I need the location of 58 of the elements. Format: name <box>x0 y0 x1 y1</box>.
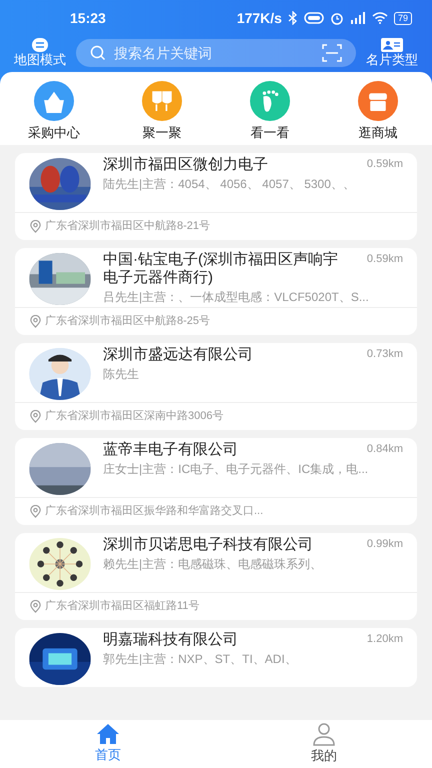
id-card-icon <box>381 38 403 52</box>
user-icon <box>312 722 336 746</box>
wifi-icon <box>372 12 388 24</box>
contact-info: 庄女士|主营：IC电子、电子元器件、IC集成，电... <box>103 461 370 477</box>
company-name: 中国·钻宝电子(深圳市福田区声响宇电子元器件商行) <box>103 251 339 287</box>
business-card[interactable]: 深圳市盛远达有限公司 0.73km 陈先生 广东省深圳市福田区深南中路3006号 <box>15 343 417 430</box>
signal-icon <box>350 12 366 24</box>
nav-tab[interactable]: 首页 <box>0 720 216 768</box>
home-icon <box>96 723 120 746</box>
search-input[interactable]: 搜索名片关键词 <box>114 42 314 64</box>
business-card[interactable]: 蓝帝丰电子有限公司 0.84km 庄女士|主营：IC电子、电子元器件、IC集成，电... 广东省深圳市福田区振华路和华富路交叉口... <box>15 438 417 525</box>
company-name: 明嘉瑞科技有限公司 <box>103 631 239 649</box>
alarm-icon <box>330 11 344 25</box>
location-pin-icon <box>29 315 42 328</box>
shortcut-button[interactable]: 采购中心 <box>14 81 94 141</box>
contact-info: 郭先生|主营：NXP、ST、TI、ADI、 <box>103 651 298 667</box>
business-card[interactable]: 深圳市贝诺思电子科技有限公司 0.99km 赖先生|主营：电感磁珠、电感磁珠系列、 广东省深圳市福田区福虹路11号 <box>15 533 417 620</box>
swap-icon <box>32 38 48 52</box>
distance: 0.99km <box>366 537 403 552</box>
address: 广东省深圳市福田区深南中路3006号 <box>45 408 224 424</box>
company-name: 蓝帝丰电子有限公司 <box>103 441 239 459</box>
distance: 0.59km <box>366 252 403 267</box>
address: 广东省深圳市福田区振华路和华富路交叉口... <box>45 504 264 520</box>
search-bar[interactable]: 搜索名片关键词 <box>76 39 356 67</box>
map-mode-button[interactable]: 地图模式 <box>14 38 66 68</box>
search-icon <box>90 45 106 61</box>
location-pin-icon <box>29 505 42 518</box>
status-time: 15:23 <box>70 8 106 28</box>
shortcut-button[interactable]: 逛商城 <box>338 81 418 141</box>
business-card[interactable]: 中国·钻宝电子(深圳市福田区声响宇电子元器件商行) 0.59km 吕先生|主营：、一体成型电感：VLCF5020T、S... 广东省深圳市福田区中航路8-25号 <box>15 248 417 335</box>
location-pin-icon <box>29 410 42 423</box>
contact-info: 陆先生|主营：4054、 4056、 4057、 5300、、 <box>103 176 356 192</box>
distance: 0.59km <box>366 157 403 172</box>
distance: 1.20km <box>366 632 403 647</box>
vibrate-icon <box>304 12 324 24</box>
location-pin-icon <box>29 220 42 233</box>
company-name: 深圳市贝诺思电子科技有限公司 <box>103 536 314 554</box>
contact-info: 吕先生|主营：、一体成型电感：VLCF5020T、S... <box>103 289 370 305</box>
shortcut-button[interactable]: 看一看 <box>230 81 310 141</box>
shortcut-button[interactable]: 聚一聚 <box>122 81 202 141</box>
card-type-button[interactable]: 名片类型 <box>366 38 418 68</box>
network-speed: 177K/s <box>236 8 282 28</box>
distance: 0.73km <box>366 347 403 362</box>
bluetooth-icon <box>288 11 298 25</box>
address: 广东省深圳市福田区中航路8-25号 <box>45 314 210 330</box>
company-name: 深圳市盛远达有限公司 <box>103 346 254 364</box>
business-card[interactable]: 深圳市福田区微创力电子 0.59km 陆先生|主营：4054、 4056、 4057、 5300、、 广东省深圳市福田区中航路8-21号 <box>15 153 417 240</box>
company-name: 深圳市福田区微创力电子 <box>103 156 269 174</box>
address: 广东省深圳市福田区中航路8-21号 <box>45 218 210 234</box>
nav-tab[interactable]: 我的 <box>216 720 432 768</box>
address: 广东省深圳市福田区福虹路11号 <box>45 598 200 614</box>
business-card[interactable]: 明嘉瑞科技有限公司 1.20km 郭先生|主营：NXP、ST、TI、ADI、 <box>15 628 417 687</box>
contact-info: 赖先生|主营：电感磁珠、电感磁珠系列、 <box>103 556 324 572</box>
scan-icon[interactable] <box>322 44 342 62</box>
location-pin-icon <box>29 600 42 613</box>
distance: 0.84km <box>366 442 403 457</box>
battery-indicator: 79 <box>394 12 412 24</box>
contact-info: 陈先生 <box>103 366 140 382</box>
